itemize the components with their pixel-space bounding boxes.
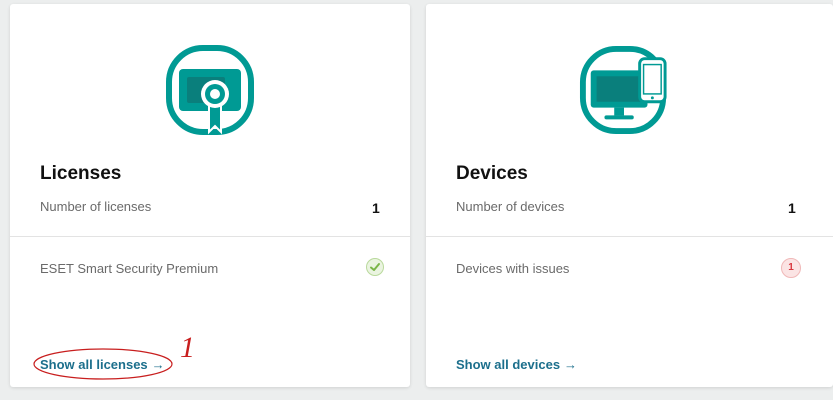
show-all-devices-label: Show all devices bbox=[456, 357, 561, 372]
devices-divider bbox=[426, 236, 833, 237]
show-all-licenses-link[interactable]: Show all licenses → bbox=[40, 357, 165, 372]
devices-with-issues-badge: 1 bbox=[781, 258, 801, 278]
licenses-divider bbox=[10, 236, 410, 237]
license-status-badge bbox=[366, 258, 384, 276]
arrow-right-icon: → bbox=[564, 357, 578, 372]
licenses-card: Licenses Number of licenses 1 ESET Smart… bbox=[10, 4, 410, 387]
devices-icon bbox=[579, 45, 667, 135]
license-product-name: ESET Smart Security Premium bbox=[40, 261, 219, 276]
number-of-devices-label: Number of devices bbox=[456, 199, 565, 214]
show-all-devices-link[interactable]: Show all devices → bbox=[456, 357, 577, 372]
licenses-title: Licenses bbox=[40, 163, 122, 184]
devices-card: Devices Number of devices 1 Devices with… bbox=[426, 4, 833, 387]
arrow-right-icon: → bbox=[151, 357, 165, 372]
show-all-licenses-label: Show all licenses bbox=[40, 357, 148, 372]
number-of-licenses-label: Number of licenses bbox=[40, 199, 152, 214]
devices-title: Devices bbox=[456, 163, 528, 184]
certificate-icon bbox=[166, 45, 254, 135]
devices-with-issues-label: Devices with issues bbox=[456, 261, 570, 276]
number-of-devices-value: 1 bbox=[788, 200, 796, 216]
check-icon bbox=[370, 263, 380, 271]
number-of-licenses-value: 1 bbox=[372, 200, 380, 216]
